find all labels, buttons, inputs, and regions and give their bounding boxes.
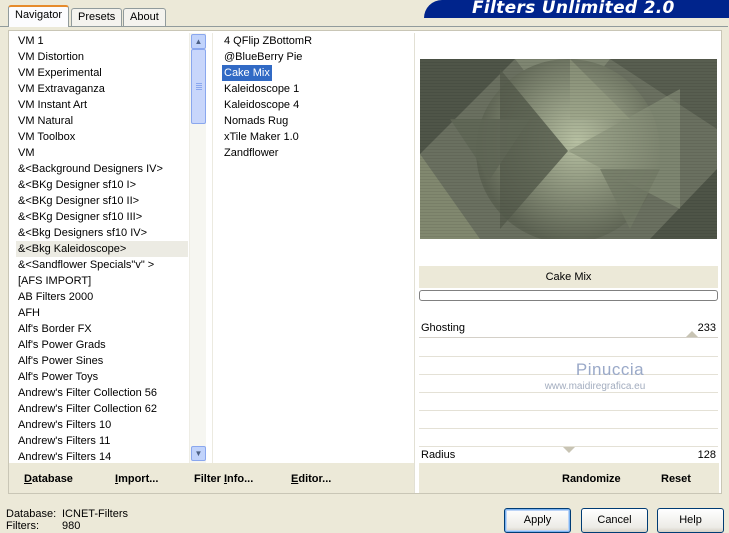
- filter-item[interactable]: 4 QFlip ZBottomR: [222, 33, 314, 49]
- category-list[interactable]: VM 1 VM Distortion VM Experimental VM Extra…: [16, 33, 188, 465]
- filter-list[interactable]: 4 QFlip ZBottomR @BlueBerry Pie Cake Mix Ka…: [222, 33, 402, 161]
- import-button[interactable]: Import...: [115, 473, 158, 485]
- tab-navigator[interactable]: Navigator: [8, 5, 70, 27]
- scroll-down-icon[interactable]: ▼: [191, 446, 206, 461]
- category-item[interactable]: &<Sandflower Specials"v" >: [16, 257, 188, 273]
- category-item[interactable]: Alf's Power Grads: [16, 337, 188, 353]
- slider-track[interactable]: [419, 337, 718, 338]
- filter-item[interactable]: xTile Maker 1.0: [222, 129, 301, 145]
- category-item[interactable]: VM Extravaganza: [16, 81, 188, 97]
- category-item[interactable]: Alf's Power Sines: [16, 353, 188, 369]
- category-item[interactable]: Alf's Border FX: [16, 321, 188, 337]
- reset-button[interactable]: Reset: [661, 473, 691, 485]
- category-item[interactable]: &<BKg Designer sf10 II>: [16, 193, 188, 209]
- column-divider: [212, 33, 213, 463]
- cancel-button[interactable]: Cancel: [581, 508, 648, 533]
- filter-item[interactable]: Cake Mix: [222, 65, 272, 81]
- filters-label: Filters:: [6, 520, 39, 532]
- filter-item[interactable]: Kaleidoscope 4: [222, 97, 301, 113]
- category-item[interactable]: Andrew's Filter Collection 56: [16, 385, 188, 401]
- slider-knob-icon[interactable]: [686, 331, 698, 337]
- slider-label: Radius: [421, 449, 456, 461]
- category-item[interactable]: &<Bkg Kaleidoscope>: [16, 241, 188, 257]
- filter-item[interactable]: Nomads Rug: [222, 113, 290, 129]
- database-button[interactable]: Database: [24, 473, 73, 485]
- category-scrollbar[interactable]: ▲ ▼: [189, 33, 206, 463]
- status-info: Database: ICNET-Filters Filters: 980: [6, 508, 128, 532]
- category-item[interactable]: Andrew's Filters 10: [16, 417, 188, 433]
- bottom-toolbar-right: Randomize Reset: [419, 463, 719, 493]
- scroll-thumb[interactable]: [191, 49, 206, 124]
- watermark-name: Pinuccia: [575, 360, 645, 379]
- apply-button[interactable]: Apply: [504, 508, 571, 533]
- slider-knob-icon[interactable]: [563, 447, 575, 453]
- database-label: Database:: [6, 508, 57, 520]
- parameter-area: Ghosting 233 Radius 128: [419, 320, 718, 464]
- filter-item[interactable]: Kaleidoscope 1: [222, 81, 301, 97]
- tab-presets[interactable]: Presets: [71, 8, 123, 26]
- filter-info-button[interactable]: Filter Info...: [194, 473, 253, 485]
- category-item[interactable]: &<Bkg Designers sf10 IV>: [16, 225, 188, 241]
- watermark-url: www.maidiregrafica.eu: [544, 381, 646, 392]
- category-item[interactable]: VM Natural: [16, 113, 188, 129]
- slider-ghosting[interactable]: Ghosting 233: [419, 320, 718, 338]
- category-item[interactable]: VM: [16, 145, 188, 161]
- randomize-button[interactable]: Randomize: [562, 473, 621, 485]
- category-item[interactable]: AFH: [16, 305, 188, 321]
- category-item[interactable]: Andrew's Filters 11: [16, 433, 188, 449]
- filter-item[interactable]: @BlueBerry Pie: [222, 49, 304, 65]
- category-item[interactable]: Andrew's Filter Collection 62: [16, 401, 188, 417]
- category-item[interactable]: &<BKg Designer sf10 III>: [16, 209, 188, 225]
- category-item[interactable]: VM 1: [16, 33, 188, 49]
- category-item[interactable]: &<BKg Designer sf10 I>: [16, 177, 188, 193]
- category-item[interactable]: &<Background Designers IV>: [16, 161, 188, 177]
- bottom-toolbar-left: Database Import... Filter Info... Editor…: [9, 463, 414, 493]
- app-title: Filters Unlimited 2.0: [472, 0, 675, 18]
- category-item[interactable]: VM Toolbox: [16, 129, 188, 145]
- category-item[interactable]: VM Instant Art: [16, 97, 188, 113]
- slider-value: 128: [697, 449, 716, 461]
- filters-count: 980: [62, 520, 81, 532]
- help-button[interactable]: Help: [657, 508, 724, 533]
- category-item[interactable]: [AFS IMPORT]: [16, 273, 188, 289]
- tab-divider: [0, 26, 728, 27]
- category-item[interactable]: VM Experimental: [16, 65, 188, 81]
- progress-bar: [419, 290, 718, 301]
- filter-item[interactable]: Zandflower: [222, 145, 280, 161]
- tab-strip: Navigator Presets About: [0, 0, 420, 27]
- editor-button[interactable]: Editor...: [291, 473, 331, 485]
- database-value: ICNET-Filters: [62, 508, 128, 520]
- tab-about[interactable]: About: [123, 8, 166, 26]
- scroll-up-icon[interactable]: ▲: [191, 34, 206, 49]
- slider-label: Ghosting: [421, 322, 466, 334]
- slider-value: 233: [697, 322, 716, 334]
- category-item[interactable]: VM Distortion: [16, 49, 188, 65]
- filter-preview-image: [420, 59, 717, 239]
- category-item[interactable]: AB Filters 2000: [16, 289, 188, 305]
- category-item[interactable]: Alf's Power Toys: [16, 369, 188, 385]
- slider-radius[interactable]: Radius 128: [419, 447, 718, 463]
- current-filter-name: Cake Mix: [419, 266, 718, 288]
